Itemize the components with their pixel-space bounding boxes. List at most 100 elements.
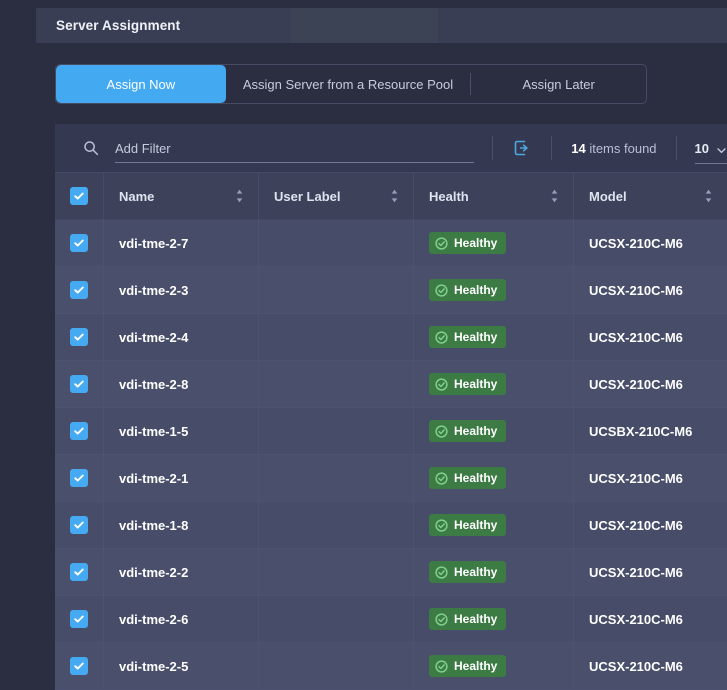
search-input[interactable] [115,140,475,156]
status-badge-label: Healthy [454,612,498,626]
row-checkbox[interactable] [70,516,88,534]
cell-user-label [258,314,413,360]
select-all-checkbox[interactable] [70,187,88,205]
cell-model: UCSX-210C-M6 [573,643,727,689]
table-row[interactable]: vdi-tme-2-1 Healthy UCSX-210C-M6 [55,455,727,502]
status-badge-label: Healthy [454,377,498,391]
status-badge: Healthy [429,561,507,583]
row-select-cell [55,455,103,501]
column-header-name[interactable]: Name [103,173,258,219]
sort-icon [550,189,559,203]
cell-name: vdi-tme-2-2 [103,549,258,595]
items-found-label: items found [589,140,657,156]
table-row[interactable]: vdi-tme-2-4 Healthy UCSX-210C-M6 [55,314,727,361]
column-header-user-label[interactable]: User Label [258,173,413,219]
status-badge-label: Healthy [454,471,498,485]
cell-health: Healthy [413,643,573,689]
page-size-select[interactable]: 10 [694,140,727,164]
row-checkbox[interactable] [70,281,88,299]
check-circle-icon [435,377,448,391]
cell-user-label [258,267,413,313]
row-checkbox[interactable] [70,328,88,346]
status-badge: Healthy [429,326,507,348]
table-toolbar: 14 items found 10 [55,124,727,172]
row-select-cell [55,596,103,642]
table-body: vdi-tme-2-7 Healthy UCSX-210C-M6 vdi-tme-2-… [55,220,727,690]
cell-user-label [258,220,413,266]
select-all-cell [55,173,103,219]
cell-model: UCSX-210C-M6 [573,220,727,266]
cell-user-label [258,596,413,642]
toolbar-divider-2 [551,136,553,160]
cell-model: UCSX-210C-M6 [573,596,727,642]
cell-name: vdi-tme-2-4 [103,314,258,360]
status-badge-label: Healthy [454,565,498,579]
status-badge-label: Healthy [454,330,498,344]
column-header-health[interactable]: Health [413,173,573,219]
cell-user-label [258,361,413,407]
status-badge: Healthy [429,514,507,536]
table-row[interactable]: vdi-tme-1-8 Healthy UCSX-210C-M6 [55,502,727,549]
tab-assign-later[interactable]: Assign Later [471,65,646,103]
section-header-overlay [291,8,438,43]
cell-health: Healthy [413,502,573,548]
sort-icon [704,189,713,203]
row-checkbox[interactable] [70,610,88,628]
cell-model: UCSX-210C-M6 [573,267,727,313]
tab-assign-now[interactable]: Assign Now [56,65,226,103]
cell-name: vdi-tme-1-5 [103,408,258,454]
table-row[interactable]: vdi-tme-2-6 Healthy UCSX-210C-M6 [55,596,727,643]
page-size-value: 10 [694,140,709,156]
table-row[interactable]: vdi-tme-2-2 Healthy UCSX-210C-M6 [55,549,727,596]
tab-assign-from-resource-pool[interactable]: Assign Server from a Resource Pool [226,65,471,103]
column-header-name-label: Name [119,188,155,204]
status-badge-label: Healthy [454,283,498,297]
cell-model: UCSX-210C-M6 [573,549,727,595]
cell-health: Healthy [413,408,573,454]
sort-icon [390,189,399,203]
row-select-cell [55,549,103,595]
row-checkbox[interactable] [70,375,88,393]
items-found-count: 14 [571,140,586,156]
cell-name: vdi-tme-1-8 [103,502,258,548]
page-title: Server Assignment [56,18,181,33]
column-header-model[interactable]: Model [573,173,727,219]
cell-model: UCSX-210C-M6 [573,502,727,548]
toolbar-divider-3 [675,136,677,160]
row-select-cell [55,314,103,360]
check-circle-icon [435,236,448,250]
table-row[interactable]: vdi-tme-2-3 Healthy UCSX-210C-M6 [55,267,727,314]
table-row[interactable]: vdi-tme-1-5 Healthy UCSBX-210C-M6 [55,408,727,455]
cell-health: Healthy [413,220,573,266]
cell-model: UCSBX-210C-M6 [573,408,727,454]
server-table-panel: 14 items found 10 [55,124,727,690]
cell-user-label [258,408,413,454]
row-select-cell [55,408,103,454]
row-checkbox[interactable] [70,563,88,581]
table-row[interactable]: vdi-tme-2-8 Healthy UCSX-210C-M6 [55,361,727,408]
row-checkbox[interactable] [70,234,88,252]
column-header-user-label-label: User Label [274,188,341,204]
status-badge: Healthy [429,420,507,442]
row-checkbox[interactable] [70,657,88,675]
cell-name: vdi-tme-2-3 [103,267,258,313]
status-badge: Healthy [429,279,507,301]
cell-health: Healthy [413,549,573,595]
cell-health: Healthy [413,455,573,501]
check-circle-icon [435,283,448,297]
row-checkbox[interactable] [70,422,88,440]
row-checkbox[interactable] [70,469,88,487]
status-badge: Healthy [429,655,507,677]
table-row[interactable]: vdi-tme-2-7 Healthy UCSX-210C-M6 [55,220,727,267]
status-badge: Healthy [429,608,507,630]
status-badge-label: Healthy [454,518,498,532]
cell-user-label [258,549,413,595]
check-circle-icon [435,612,448,626]
cell-health: Healthy [413,596,573,642]
cell-model: UCSX-210C-M6 [573,314,727,360]
assignment-mode-tabs: Assign Now Assign Server from a Resource… [55,64,647,104]
cell-health: Healthy [413,314,573,360]
table-row[interactable]: vdi-tme-2-5 Healthy UCSX-210C-M6 [55,643,727,690]
refresh-icon[interactable] [512,138,532,158]
cell-name: vdi-tme-2-6 [103,596,258,642]
